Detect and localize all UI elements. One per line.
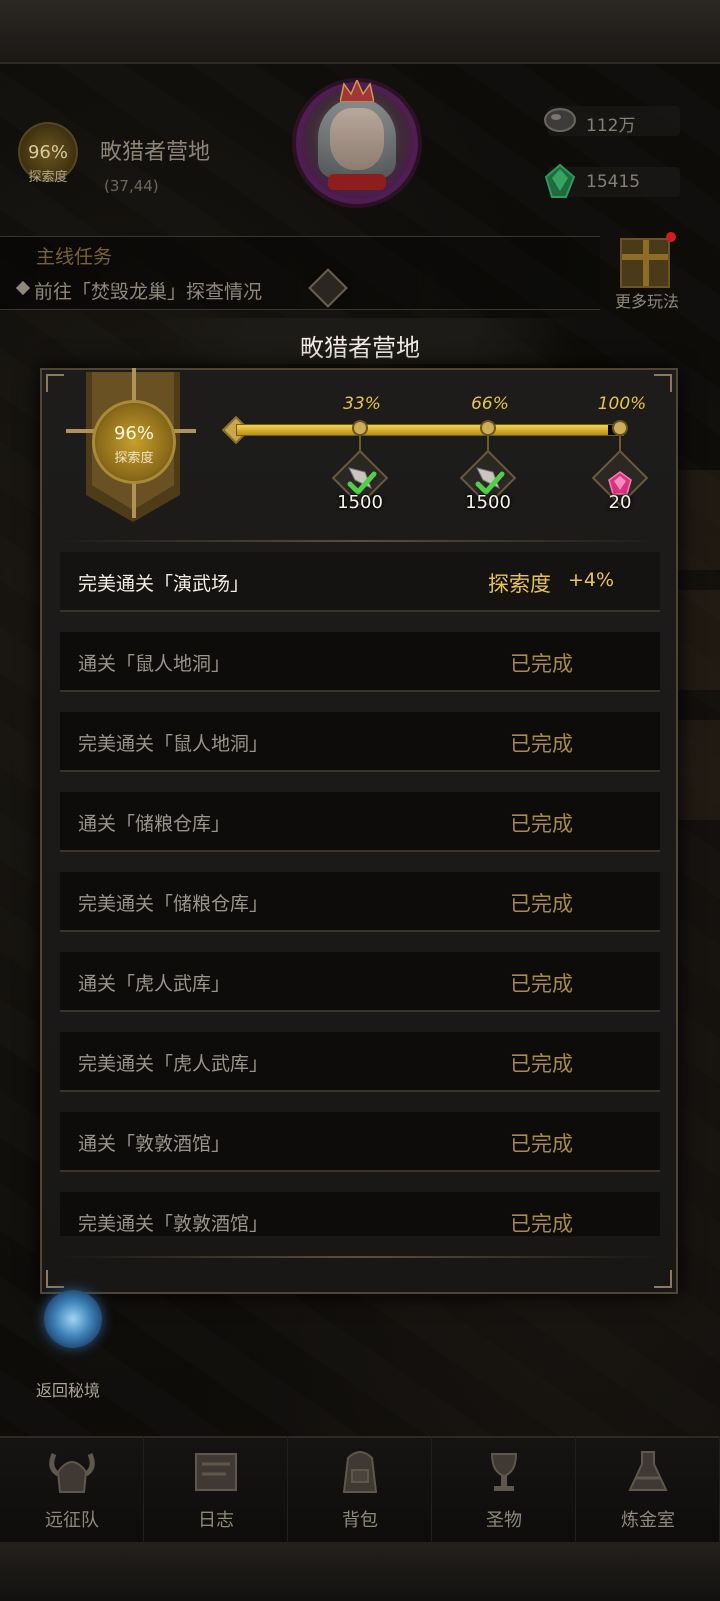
return-realm-label[interactable]: 返回秘境 [36,1377,100,1401]
task-row[interactable]: 完美通关「敦敦酒馆」 已完成 [60,1192,660,1236]
portal-icon[interactable] [44,1290,102,1348]
task-row[interactable]: 完美通关「鼠人地洞」 已完成 [60,712,660,772]
milestone-pct: 66% [471,394,509,414]
chalice-icon [490,1453,518,1491]
task-name: 完美通关「演武场」 [78,573,250,595]
nav-log[interactable]: 日志 [144,1436,288,1542]
dialog-corner [654,374,672,392]
location-progress-label: 探索度 [28,170,68,185]
task-row[interactable]: 通关「敦敦酒馆」 已完成 [60,1112,660,1172]
task-state: 已完成 [510,812,573,836]
task-state: 已完成 [510,1052,573,1076]
location-coordinates: (37,44) [104,177,159,195]
main-quest-title: 主线任务 [36,246,113,268]
top-status-bar [0,0,720,64]
exploration-pct: 96% [113,423,154,444]
task-name: 完美通关「虎人武库」 [78,1053,269,1075]
resource-green-gem[interactable]: 15415 [544,163,680,198]
milestone-reward-count: 1500 [337,492,383,513]
more-play-label: 更多玩法 [614,292,679,311]
task-name: 完美通关「储粮仓库」 [78,893,269,915]
nav-relics[interactable]: 圣物 [432,1436,576,1542]
alchemy-icon [628,1451,668,1491]
nav-label: 日志 [198,1510,234,1531]
main-quest-text[interactable]: 前往「焚毁龙巢」探查情况 [34,277,262,304]
task-row[interactable]: 通关「虎人武库」 已完成 [60,952,660,1012]
task-bonus: +4% [568,569,615,591]
task-row[interactable]: 完美通关「储粮仓库」 已完成 [60,872,660,932]
task-state: 已完成 [510,1132,573,1156]
backpack-icon [342,1451,378,1493]
task-name: 完美通关「敦敦酒馆」 [78,1213,269,1235]
nav-label: 圣物 [486,1510,522,1531]
nav-label: 背包 [342,1510,378,1531]
milestone-pct: 33% [343,394,381,414]
task-name: 通关「鼠人地洞」 [78,653,231,675]
avatar-scarf [328,174,386,190]
task-state: 探索度 [488,572,551,596]
dialog-corner [654,1270,672,1288]
location-progress-pct: 96% [27,142,68,163]
task-name: 通关「储粮仓库」 [78,813,231,835]
task-row[interactable]: 通关「鼠人地洞」 已完成 [60,632,660,692]
resource-ore[interactable]: 112万 [544,106,680,136]
exploration-compass: 96% 探索度 [92,400,176,484]
nav-alchemy[interactable]: 炼金室 [576,1436,720,1542]
ore-value: 112万 [586,116,636,136]
location-name: 畋猎者营地 [100,140,211,165]
scroll-icon [195,1453,237,1491]
task-row[interactable]: 通关「储粮仓库」 已完成 [60,792,660,852]
milestone-node [612,420,628,436]
green-gem-icon [544,163,576,198]
task-row[interactable]: 完美通关「演武场」 探索度 +4% [60,552,660,612]
green-gem-value: 15415 [586,172,641,192]
task-state: 已完成 [510,1212,573,1236]
milestone-node [480,420,496,436]
progress-fill [237,425,608,435]
task-list[interactable]: 完美通关「演武场」 探索度 +4% 通关「鼠人地洞」 已完成 完美通关「鼠人地洞… [60,552,660,1236]
task-row[interactable]: 完美通关「虎人武库」 已完成 [60,1032,660,1092]
milestone-node [352,420,368,436]
ore-icon [544,108,576,132]
crown-icon [340,80,374,102]
task-state: 已完成 [510,892,573,916]
nav-label: 炼金室 [621,1510,675,1531]
task-state: 已完成 [510,972,573,996]
dialog-corner [46,1270,64,1288]
hero-avatar[interactable] [292,76,422,208]
milestone-reward-count: 1500 [465,492,511,513]
gift-icon [620,238,670,288]
exploration-label: 探索度 [114,451,154,466]
task-state: 已完成 [510,732,573,756]
nav-label: 远征队 [45,1510,99,1531]
milestone-pct: 100% [597,394,647,414]
location-progress-badge[interactable]: 96% 探索度 [8,112,88,192]
dialog-corner [46,374,64,392]
bottom-frame [0,1542,720,1601]
dialog-title: 畋猎者营地 [300,334,420,362]
nav-backpack[interactable]: 背包 [288,1436,432,1542]
divider [60,1256,660,1258]
milestone-reward-count: 20 [608,492,632,513]
helmet-icon [49,1453,95,1493]
nav-expedition[interactable]: 远征队 [0,1436,144,1542]
avatar-face [330,108,384,170]
task-name: 通关「敦敦酒馆」 [78,1133,231,1155]
task-name: 通关「虎人武库」 [78,973,231,995]
divider [60,540,660,542]
task-state: 已完成 [510,652,573,676]
exploration-progress-bar [236,424,624,436]
task-name: 完美通关「鼠人地洞」 [78,733,269,755]
more-play-button[interactable]: 更多玩法 [608,232,686,312]
notification-dot [666,232,676,242]
